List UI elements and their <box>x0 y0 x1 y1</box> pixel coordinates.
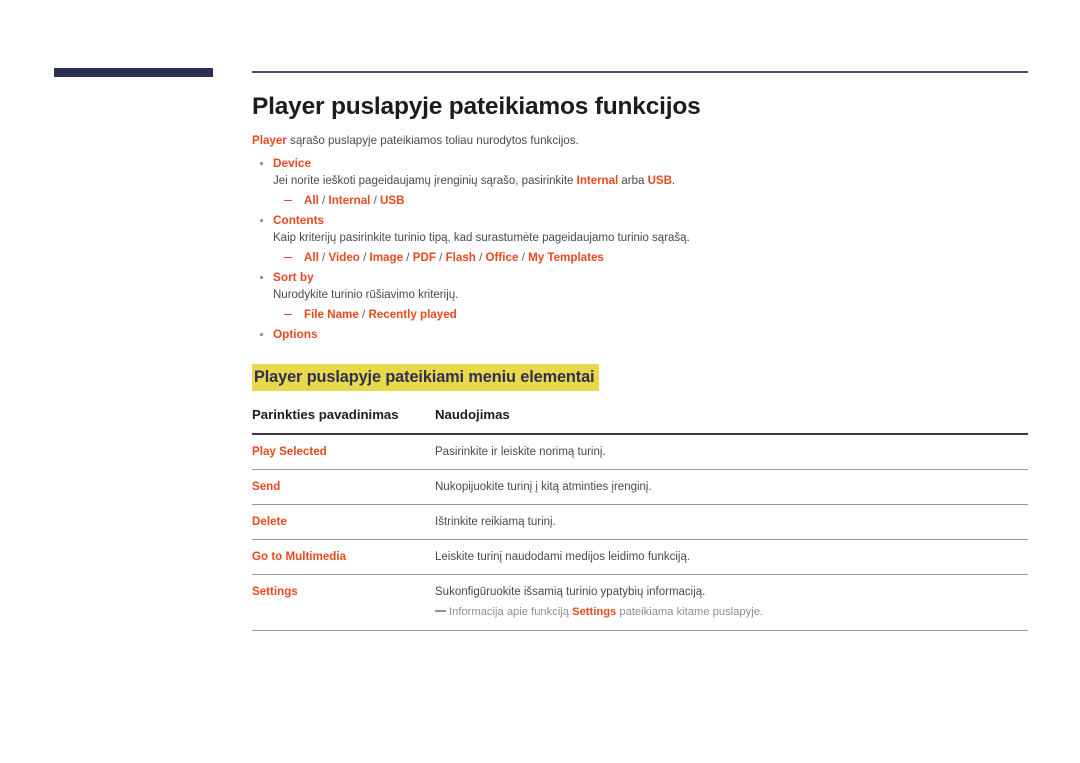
header-divider-rule <box>252 71 1028 73</box>
table-cell-option-name: Delete <box>252 504 432 540</box>
table-cell-option-name: Play Selected <box>252 433 432 470</box>
dash-icon <box>284 256 292 259</box>
bullet-options: All / Internal / USB <box>273 193 1028 208</box>
table-row: Play Selected Pasirinkite ir leiskite no… <box>252 433 1028 470</box>
section-heading: Player puslapyje pateikiami meniu elemen… <box>252 364 600 391</box>
table-cell-option-name: Go to Multimedia <box>252 539 432 575</box>
bullet-options: File Name / Recently played <box>273 307 1028 322</box>
bullet-desc-term-1: Internal <box>576 175 619 187</box>
table-header: Parinkties pavadinimas Naudojimas <box>252 407 1028 434</box>
dash-icon <box>284 313 292 316</box>
menu-items-table: Parinkties pavadinimas Naudojimas Play S… <box>252 407 1028 630</box>
table-header-row: Parinkties pavadinimas Naudojimas <box>252 407 1028 434</box>
bullet-options: All / Video / Image / PDF / Flash / Offi… <box>273 250 1028 265</box>
settings-note-text-1: Informacija apie funkciją <box>449 606 573 618</box>
bullet-description: Jei norite ieškoti pageidaujamų įrengini… <box>273 173 1028 189</box>
table-bottom-rule <box>252 630 1028 632</box>
document-page: Player puslapyje pateikiamos funkcijos P… <box>0 0 1080 763</box>
bullet-desc-text-1: Nurodykite turinio rūšiavimo kriterijų. <box>273 289 459 301</box>
bullet-desc-text-3: . <box>671 175 676 187</box>
bullet-title: Options <box>273 327 318 341</box>
bullet-dot-icon <box>260 219 263 222</box>
bullet-description: Kaip kriterijų pasirinkite turinio tipą,… <box>273 230 1028 246</box>
bullet-title: Contents <box>273 213 325 227</box>
bullet-item-options: Options <box>252 327 1028 342</box>
bullet-desc-text-1: Jei norite ieškoti pageidaujamų įrengini… <box>273 175 577 187</box>
dash-icon <box>284 199 292 202</box>
settings-note: Informacija apie funkciją Settings patei… <box>435 605 1028 620</box>
feature-bullet-list: Device Jei norite ieškoti pageidaujamų į… <box>252 156 1028 342</box>
table-row: Settings Sukonfigūruokite išsamią turini… <box>252 574 1028 630</box>
intro-paragraph: Player sąrašo puslapyje pateikiamos toli… <box>252 133 1028 149</box>
bullet-desc-term-2: USB <box>647 175 672 187</box>
bullet-item-sort-by: Sort by Nurodykite turinio rūšiavimo kri… <box>252 270 1028 322</box>
section-heading-wrapper: Player puslapyje pateikiami meniu elemen… <box>252 364 1028 391</box>
bullet-dot-icon <box>260 276 263 279</box>
table-row: Send Nukopijuokite turinį į kitą atminti… <box>252 469 1028 505</box>
column-header-option-name: Parinkties pavadinimas <box>252 407 399 422</box>
bullet-options-label: All / Internal / USB <box>304 194 405 207</box>
bullet-title: Sort by <box>273 270 314 284</box>
table-cell-option-name: Send <box>252 469 432 505</box>
table-cell-option-name: Settings <box>252 574 432 630</box>
bullet-item-contents: Contents Kaip kriterijų pasirinkite turi… <box>252 213 1028 265</box>
table-cell-usage-text: Sukonfigūruokite išsamią turinio ypatybi… <box>435 586 706 598</box>
table-body: Play Selected Pasirinkite ir leiskite no… <box>252 433 1028 630</box>
page-title: Player puslapyje pateikiamos funkcijos <box>252 93 701 120</box>
table-row: Delete Ištrinkite reikiamą turinį. <box>252 504 1028 540</box>
table-cell-usage: Sukonfigūruokite išsamią turinio ypatybi… <box>432 574 1028 630</box>
column-header-usage: Naudojimas <box>435 407 510 422</box>
header-accent-bar <box>54 68 213 77</box>
bullet-options-label: All / Video / Image / PDF / Flash / Offi… <box>304 251 604 264</box>
bullet-options-label: File Name / Recently played <box>304 308 457 321</box>
settings-note-term: Settings <box>572 606 617 618</box>
bullet-dot-icon <box>260 333 263 336</box>
document-content: Player puslapyje pateikiamos funkcijos P… <box>252 92 1028 632</box>
table-cell-usage: Ištrinkite reikiamą turinį. <box>432 504 1028 540</box>
bullet-title: Device <box>273 156 312 170</box>
bullet-desc-text-1: Kaip kriterijų pasirinkite turinio tipą,… <box>273 232 690 244</box>
intro-lead-term: Player <box>252 134 287 147</box>
bullet-dot-icon <box>260 162 263 165</box>
note-dash-icon <box>435 610 446 612</box>
table-row: Go to Multimedia Leiskite turinį naudoda… <box>252 539 1028 575</box>
bullet-description: Nurodykite turinio rūšiavimo kriterijų. <box>273 287 1028 303</box>
settings-note-text-2: pateikiama kitame puslapyje. <box>616 606 764 618</box>
bullet-item-device: Device Jei norite ieškoti pageidaujamų į… <box>252 156 1028 208</box>
table-cell-usage: Pasirinkite ir leiskite norimą turinį. <box>432 433 1028 470</box>
table-cell-usage: Nukopijuokite turinį į kitą atminties įr… <box>432 469 1028 505</box>
table-cell-usage: Leiskite turinį naudodami medijos leidim… <box>432 539 1028 575</box>
intro-rest-text: sąrašo puslapyje pateikiamos toliau nuro… <box>286 134 579 147</box>
bullet-desc-text-2: arba <box>618 175 648 187</box>
